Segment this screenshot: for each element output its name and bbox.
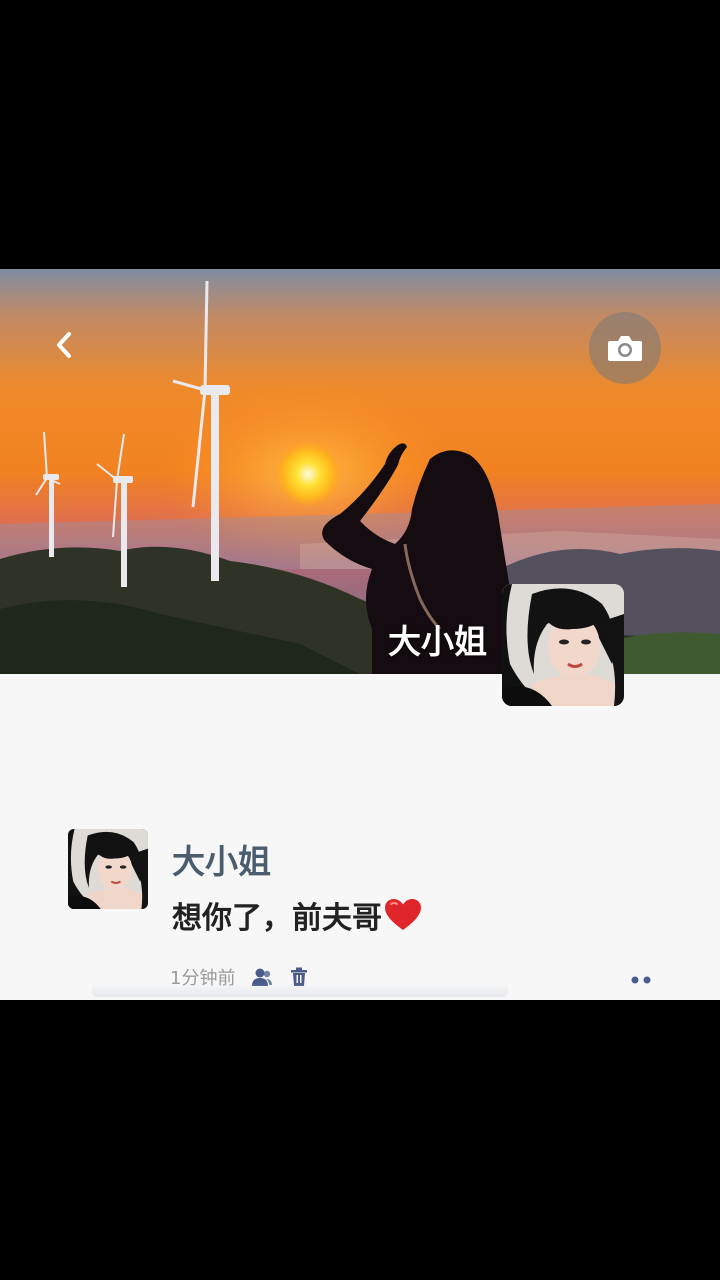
screen: 大小姐 大小姐 想你了，前夫哥 1分钟前 bbox=[0, 0, 720, 1280]
cover-username: 大小姐 bbox=[388, 622, 487, 661]
more-dots-icon bbox=[631, 976, 651, 984]
post-author-name[interactable]: 大小姐 bbox=[172, 835, 271, 883]
more-options-button[interactable] bbox=[624, 963, 658, 997]
profile-avatar[interactable] bbox=[502, 584, 624, 706]
moments-page: 大小姐 大小姐 想你了，前夫哥 1分钟前 bbox=[0, 269, 720, 1000]
post-text-content: 想你了，前夫哥 bbox=[172, 901, 382, 936]
camera-button[interactable] bbox=[589, 312, 661, 384]
heart-icon bbox=[385, 899, 421, 930]
heart-emoji bbox=[384, 898, 422, 940]
chevron-left-icon bbox=[57, 332, 71, 358]
avatar-image bbox=[502, 584, 624, 706]
moment-post: 大小姐 想你了，前夫哥 1分钟前 bbox=[0, 819, 720, 1000]
back-button[interactable] bbox=[44, 325, 84, 365]
camera-icon bbox=[608, 336, 642, 361]
avatar-image bbox=[68, 829, 148, 909]
post-text: 想你了，前夫哥 bbox=[172, 893, 422, 940]
post-author-avatar[interactable] bbox=[68, 829, 148, 909]
list-divider bbox=[92, 983, 508, 997]
